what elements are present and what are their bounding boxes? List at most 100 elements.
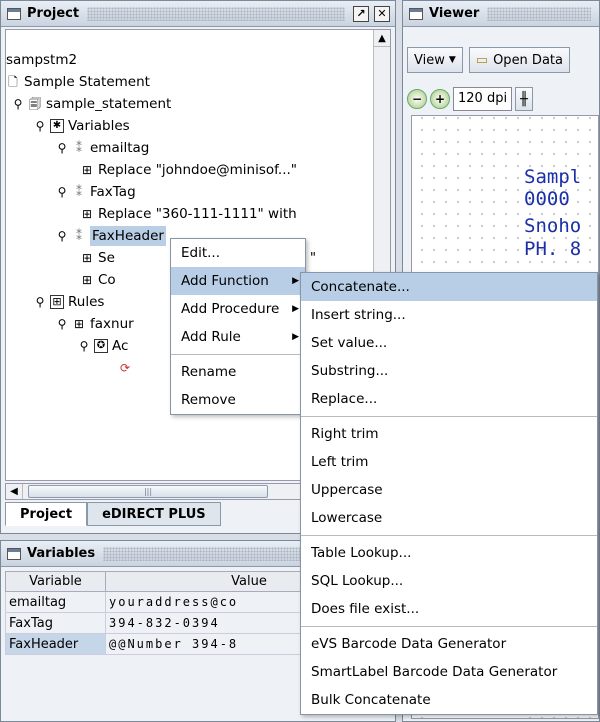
viewer-icon xyxy=(409,7,423,20)
tree-item-action[interactable]: ⚲ ✪ Ac xyxy=(78,336,129,356)
panel-icon xyxy=(7,547,21,560)
menu-label: Add Rule xyxy=(181,329,241,345)
doc-line: Sampl xyxy=(524,166,582,188)
menu-item-lowercase[interactable]: Lowercase xyxy=(301,504,597,532)
maximize-icon[interactable]: ↗ xyxy=(353,5,369,22)
scroll-up-icon[interactable]: ▲ xyxy=(374,30,390,47)
expand-toggle-icon[interactable]: ⚲ xyxy=(34,295,46,309)
menu-separator xyxy=(171,354,305,355)
variable-name: emailtag xyxy=(5,591,106,613)
tree-label: Replace "360-111-1111" with xyxy=(98,206,297,222)
tree-item-replace-fax[interactable]: ⊞ Replace "360-111-1111" with xyxy=(80,204,297,224)
title-grip xyxy=(487,6,591,21)
menu-item-sql-lookup[interactable]: SQL Lookup... xyxy=(301,567,597,595)
tree-item-replace-email[interactable]: ⊞ Replace "johndoe@minisof..." xyxy=(80,160,297,180)
zoom-in-icon[interactable]: + xyxy=(430,89,450,109)
tree-label: Rules xyxy=(68,294,105,310)
project-titlebar: Project ↗ ✕ xyxy=(1,1,395,27)
expand-toggle-icon[interactable]: ⚲ xyxy=(34,119,46,133)
tree-item-sample-statement-node[interactable]: ⚲ 🗐 sample_statement xyxy=(12,94,172,114)
variable-name: FaxTag xyxy=(5,612,106,634)
variables-title: Variables xyxy=(27,546,96,561)
document-icon: 🗋 xyxy=(8,75,18,89)
variable-icon: ⁑ xyxy=(76,141,82,155)
close-icon[interactable]: ✕ xyxy=(374,5,390,22)
menu-item-replace[interactable]: Replace... xyxy=(301,385,597,413)
open-data-button[interactable]: ▭ Open Data xyxy=(468,47,570,73)
project-title: Project xyxy=(27,6,80,21)
expand-toggle-icon[interactable]: ⚲ xyxy=(78,339,90,353)
context-menu: Edit... Add Function ▶ Add Procedure ▶ A… xyxy=(170,238,306,415)
tree-item-action-child[interactable]: ⟳ xyxy=(118,358,136,378)
scroll-left-icon[interactable]: ◀ xyxy=(6,484,23,499)
menu-item-file-exists[interactable]: Does file exist... xyxy=(301,595,597,623)
menu-item-smartlabel-barcode[interactable]: SmartLabel Barcode Data Generator xyxy=(301,658,597,686)
viewer-toolbar: View ▼ ▭ Open Data xyxy=(407,47,570,73)
tree-item-variables[interactable]: ⚲ ✱ Variables xyxy=(34,116,130,136)
expand-toggle-icon[interactable]: ⚲ xyxy=(56,229,68,243)
function-submenu: Concatenate... Insert string... Set valu… xyxy=(300,272,598,715)
tab-edirect-plus[interactable]: eDIRECT PLUS xyxy=(87,502,221,526)
tab-project[interactable]: Project xyxy=(5,502,88,526)
rules-icon: ⊞ xyxy=(50,295,64,309)
rule-icon: ⊞ xyxy=(73,317,85,331)
tree-item-se[interactable]: ⊞ Se xyxy=(80,248,115,268)
menu-item-remove[interactable]: Remove xyxy=(171,386,305,414)
tree-label: Co xyxy=(98,272,116,288)
submenu-arrow-icon: ▶ xyxy=(292,332,299,342)
function-icon: ⊞ xyxy=(81,207,93,221)
tree-item-faxtag[interactable]: ⚲ ⁑ FaxTag xyxy=(56,182,136,202)
variable-icon: ⁑ xyxy=(76,185,82,199)
expand-toggle-icon[interactable]: ⚲ xyxy=(56,141,68,155)
menu-item-left-trim[interactable]: Left trim xyxy=(301,448,597,476)
doc-line: PH. 8 xyxy=(524,238,582,260)
function-icon: ⊞ xyxy=(81,251,93,265)
tree-item-sample-statement[interactable]: 🗋 Sample Statement xyxy=(6,72,150,92)
tree-item-co[interactable]: ⊞ Co xyxy=(80,270,116,290)
submenu-arrow-icon: ▶ xyxy=(292,304,299,314)
zoom-out-icon[interactable]: − xyxy=(407,89,427,109)
tree-label: emailtag xyxy=(90,140,150,156)
tree-label: FaxTag xyxy=(90,184,136,200)
variable-icon: ⁑ xyxy=(76,229,82,243)
menu-item-substring[interactable]: Substring... xyxy=(301,357,597,385)
menu-item-add-rule[interactable]: Add Rule ▶ xyxy=(171,323,305,351)
menu-item-right-trim[interactable]: Right trim xyxy=(301,420,597,448)
tree-item-rules[interactable]: ⚲ ⊞ Rules xyxy=(34,292,105,312)
scroll-thumb[interactable]: ||| xyxy=(28,485,268,498)
tree-item-emailtag[interactable]: ⚲ ⁑ emailtag xyxy=(56,138,150,158)
tree-item-faxheader[interactable]: ⚲ ⁑ FaxHeader xyxy=(56,226,166,246)
menu-item-evs-barcode[interactable]: eVS Barcode Data Generator xyxy=(301,630,597,658)
menu-separator xyxy=(301,416,597,417)
variables-icon: ✱ xyxy=(50,119,64,133)
function-icon: ⊞ xyxy=(81,163,93,177)
expand-toggle-icon[interactable]: ⚲ xyxy=(12,97,24,111)
menu-item-uppercase[interactable]: Uppercase xyxy=(301,476,597,504)
column-header[interactable]: Variable xyxy=(5,571,106,592)
procedure-icon: ⟳ xyxy=(119,361,131,375)
menu-item-set-value[interactable]: Set value... xyxy=(301,329,597,357)
viewer-titlebar: Viewer xyxy=(403,1,599,27)
menu-item-add-function[interactable]: Add Function ▶ xyxy=(171,267,305,295)
submenu-arrow-icon: ▶ xyxy=(292,276,299,286)
tree-label: sampstm2 xyxy=(6,52,78,68)
expand-toggle-icon[interactable]: ⚲ xyxy=(56,317,68,331)
tree-label: faxnur xyxy=(90,316,134,332)
dpi-field[interactable]: 120 dpi xyxy=(453,87,513,111)
expand-toggle-icon[interactable]: ⚲ xyxy=(56,185,68,199)
menu-item-rename[interactable]: Rename xyxy=(171,358,305,386)
fit-width-icon[interactable]: ╫ xyxy=(515,87,533,111)
menu-item-add-procedure[interactable]: Add Procedure ▶ xyxy=(171,295,305,323)
menu-item-edit[interactable]: Edit... xyxy=(171,239,305,267)
menu-label: Add Function xyxy=(181,273,269,289)
menu-item-concatenate[interactable]: Concatenate... xyxy=(301,273,597,301)
tree-item-faxnumber-rule[interactable]: ⚲ ⊞ faxnur xyxy=(56,314,134,334)
folder-icon: ▭ xyxy=(475,52,489,68)
tree-item-root[interactable]: sampstm2 xyxy=(6,50,77,70)
menu-item-bulk-concatenate[interactable]: Bulk Concatenate xyxy=(301,686,597,714)
view-label: View xyxy=(414,52,445,68)
zoom-toolbar: − + 120 dpi ╫ xyxy=(407,87,533,111)
view-dropdown[interactable]: View ▼ xyxy=(407,47,463,73)
menu-item-table-lookup[interactable]: Table Lookup... xyxy=(301,539,597,567)
menu-item-insert-string[interactable]: Insert string... xyxy=(301,301,597,329)
